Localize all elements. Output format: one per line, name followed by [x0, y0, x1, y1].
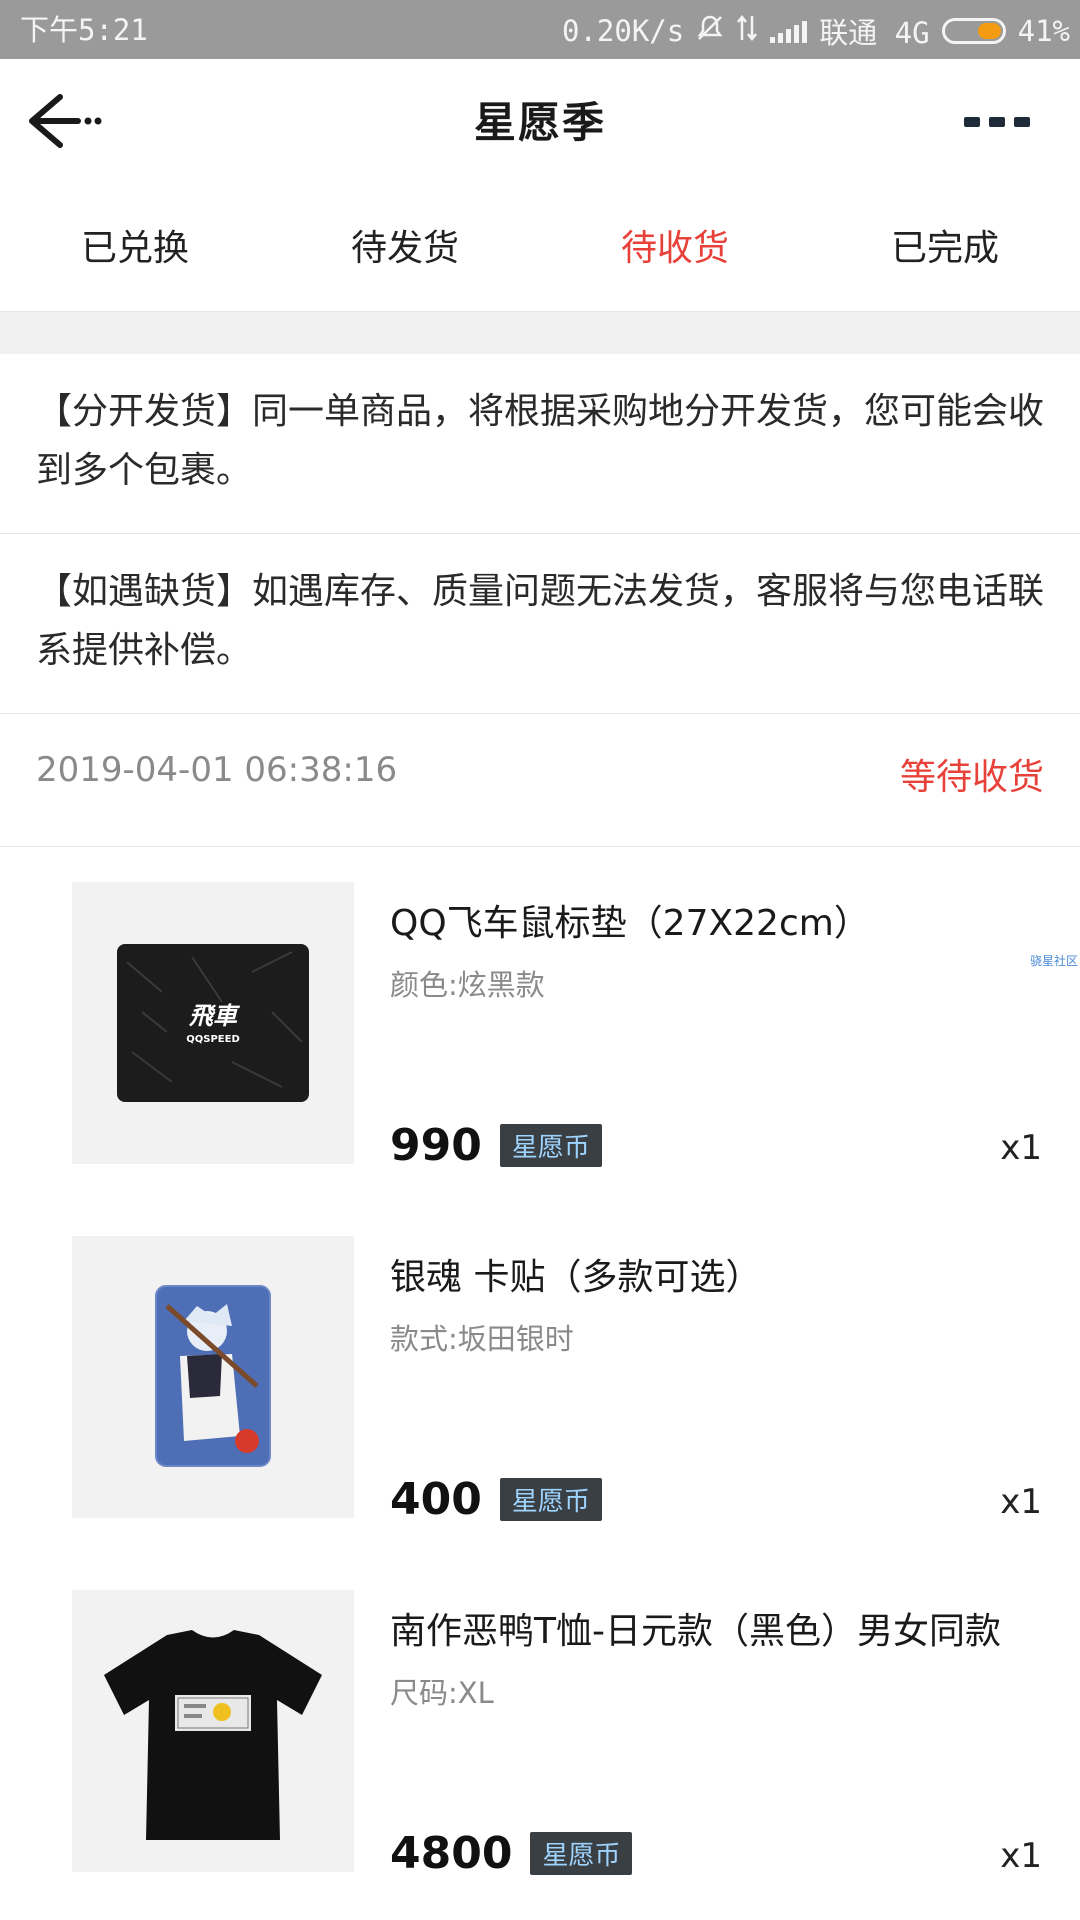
item-spec: 尺码:XL [390, 1676, 494, 1710]
item-quantity: x1 [1000, 1836, 1042, 1876]
order-header: 2019-04-01 06:38:16 等待收货 [0, 714, 1080, 847]
item-price: 990 [390, 1120, 482, 1171]
item-thumbnail-tshirt [72, 1590, 354, 1872]
item-title: 银魂 卡贴（多款可选） [390, 1257, 762, 1298]
notice-split-shipping: 【分开发货】同一单商品，将根据采购地分开发货，您可能会收到多个包裹。 [0, 354, 1080, 534]
item-thumbnail-card-sticker [72, 1236, 354, 1518]
page-title: 星愿季 [473, 98, 606, 147]
order-item[interactable]: 南作恶鸭T恤-日元款（黑色）男女同款 尺码:XL 4800 星愿币 x1 [0, 1590, 1080, 1880]
mousepad-logo-subtext: QQSPEED [186, 1034, 240, 1045]
notice-out-of-stock: 【如遇缺货】如遇库存、质量问题无法发货，客服将与您电话联系提供补偿。 [0, 534, 1080, 714]
currency-badge: 星愿币 [530, 1832, 633, 1875]
currency-badge: 星愿币 [499, 1478, 602, 1521]
battery-icon [941, 18, 1006, 44]
divider [0, 312, 1080, 354]
order-timestamp: 2019-04-01 06:38:16 [36, 750, 398, 790]
data-transfer-icon [736, 14, 758, 49]
network-speed: 0.20K/s [562, 14, 685, 48]
battery-percent: 41% [1017, 14, 1070, 48]
status-bar: 下午5:21 0.20K/s 联通 4G 41% [0, 0, 1080, 59]
mute-bell-icon [696, 14, 724, 49]
tab-pending-receipt[interactable]: 待收货 [540, 189, 810, 311]
more-dot-icon [1014, 117, 1030, 127]
item-thumbnail-mousepad: 飛車 QQSPEED [72, 882, 354, 1164]
currency-badge: 星愿币 [499, 1124, 602, 1167]
more-options-button[interactable] [964, 117, 1030, 127]
back-arrow-icon [29, 94, 102, 148]
battery-fill [978, 23, 1001, 39]
order-item[interactable]: 银魂 卡贴（多款可选） 款式:坂田银时 400 星愿币 x1 [0, 1236, 1080, 1526]
item-quantity: x1 [1000, 1482, 1042, 1522]
watermark: 骁星社区 [1029, 954, 1078, 968]
order-item[interactable]: 飛車 QQSPEED QQ飞车鼠标垫（27X22cm） 颜色:炫黑款 990 星… [0, 882, 1080, 1172]
more-dot-icon [989, 117, 1005, 127]
status-time: 下午5:21 [20, 13, 148, 47]
tab-redeemed[interactable]: 已兑换 [0, 189, 270, 311]
carrier-label: 联通 4G [819, 16, 930, 50]
order-status-label: 等待收货 [899, 757, 1044, 798]
tab-pending-shipment[interactable]: 待发货 [270, 189, 540, 311]
mousepad-logo-text: 飛車 [188, 1002, 241, 1030]
item-title: QQ飞车鼠标垫（27X22cm） [390, 903, 870, 944]
more-dot-icon [964, 117, 980, 127]
item-quantity: x1 [1000, 1128, 1042, 1168]
item-spec: 款式:坂田银时 [390, 1322, 574, 1356]
item-spec: 颜色:炫黑款 [390, 968, 545, 1002]
item-price: 4800 [390, 1828, 513, 1879]
item-price: 400 [390, 1474, 482, 1525]
back-button[interactable] [20, 91, 110, 151]
tab-completed[interactable]: 已完成 [810, 189, 1080, 311]
order-status-tabs: 已兑换 待发货 待收货 已完成 [0, 189, 1080, 312]
nav-bar: 星愿季 [0, 59, 1080, 189]
signal-icon [770, 19, 808, 43]
item-title: 南作恶鸭T恤-日元款（黑色）男女同款 [390, 1611, 1001, 1652]
